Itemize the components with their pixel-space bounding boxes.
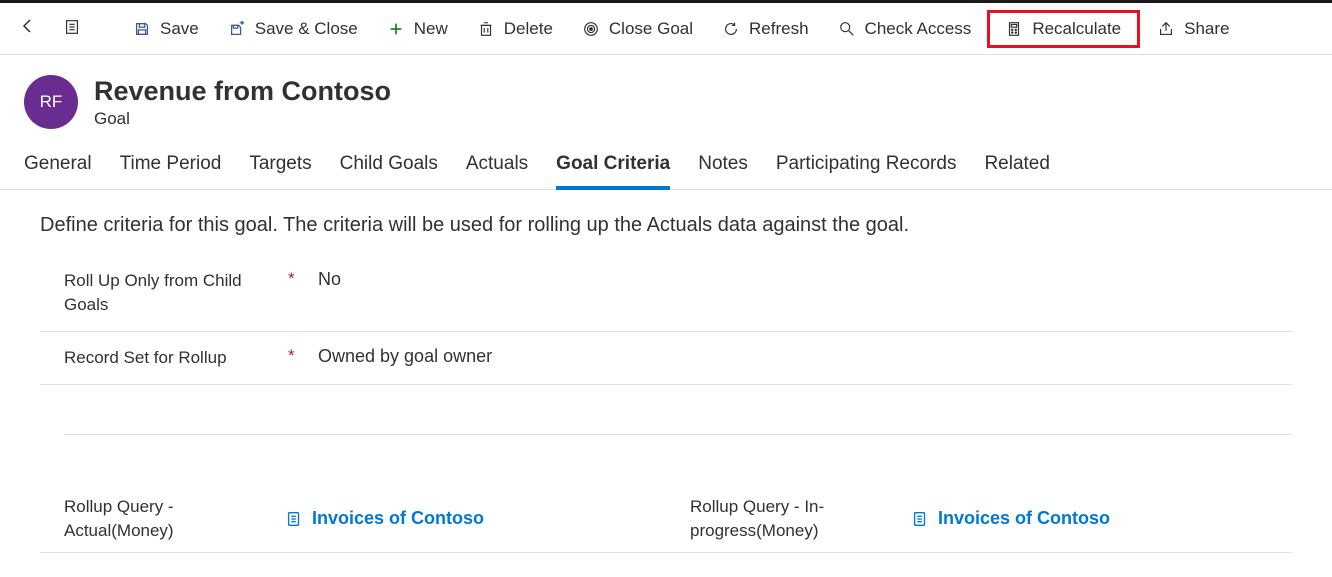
check-access-button[interactable]: Check Access [825,13,984,45]
new-label: New [414,19,448,39]
refresh-button[interactable]: Refresh [709,13,821,45]
tab-actuals[interactable]: Actuals [466,153,528,189]
back-arrow-icon [18,16,38,36]
plus-icon [386,19,406,39]
tab-related[interactable]: Related [984,153,1050,189]
back-button[interactable] [8,10,48,47]
save-button[interactable]: Save [120,13,211,45]
new-button[interactable]: New [374,13,460,45]
refresh-label: Refresh [749,19,809,39]
page-title: Revenue from Contoso [94,75,391,107]
lookup-text: Invoices of Contoso [938,508,1110,529]
entity-icon [910,509,930,529]
close-goal-label: Close Goal [609,19,693,39]
tab-bar: General Time Period Targets Child Goals … [0,139,1332,190]
field-rollup-query-actual: Rollup Query - Actual(Money) Invoices of… [40,485,666,554]
check-access-icon [837,19,857,39]
required-indicator: * [288,346,318,366]
share-button[interactable]: Share [1144,13,1241,45]
tab-content: Define criteria for this goal. The crite… [0,190,1332,577]
save-label: Save [160,19,199,39]
close-goal-button[interactable]: Close Goal [569,13,705,45]
field-label: Record Set for Rollup [64,346,264,370]
field-label: Rollup Query - Actual(Money) [64,495,264,543]
calculator-icon [1004,19,1024,39]
field-value[interactable]: Owned by goal owner [318,346,492,367]
share-label: Share [1184,19,1229,39]
lookup-value[interactable]: Invoices of Contoso [910,508,1110,529]
tab-targets[interactable]: Targets [249,153,311,189]
check-access-label: Check Access [865,19,972,39]
required-indicator: * [288,269,318,289]
save-close-icon [227,19,247,39]
field-label: Roll Up Only from Child Goals [64,269,264,317]
save-icon [132,19,152,39]
delete-label: Delete [504,19,553,39]
lookup-value[interactable]: Invoices of Contoso [284,508,484,529]
form-icon [62,17,82,37]
record-header: RF Revenue from Contoso Goal [0,55,1332,139]
entity-label: Goal [94,109,391,129]
avatar-initials: RF [40,92,63,112]
avatar: RF [24,75,78,129]
recalculate-label: Recalculate [1032,19,1121,39]
lookup-text: Invoices of Contoso [312,508,484,529]
refresh-icon [721,19,741,39]
field-value[interactable]: No [318,269,341,290]
save-close-button[interactable]: Save & Close [215,13,370,45]
delete-button[interactable]: Delete [464,13,565,45]
delete-icon [476,19,496,39]
entity-icon [284,509,304,529]
tab-participating-records[interactable]: Participating Records [776,153,957,189]
close-goal-icon [581,19,601,39]
tab-general[interactable]: General [24,153,92,189]
recalculate-highlight: Recalculate [987,10,1140,48]
share-icon [1156,19,1176,39]
field-label: Rollup Query - In-progress(Money) [690,495,890,543]
form-selector-button[interactable] [52,11,92,47]
tab-notes[interactable]: Notes [698,153,748,189]
field-rollup-query-inprogress: Rollup Query - In-progress(Money) Invoic… [666,485,1292,554]
field-record-set: Record Set for Rollup * Owned by goal ow… [40,332,1292,385]
tab-time-period[interactable]: Time Period [120,153,222,189]
tab-goal-criteria[interactable]: Goal Criteria [556,153,670,189]
recalculate-button[interactable]: Recalculate [996,15,1129,43]
command-bar: Save Save & Close New Delete Close Goal … [0,3,1332,55]
section-description: Define criteria for this goal. The crite… [40,214,1292,237]
tab-child-goals[interactable]: Child Goals [340,153,438,189]
save-close-label: Save & Close [255,19,358,39]
field-rollup-only: Roll Up Only from Child Goals * No [40,255,1292,332]
